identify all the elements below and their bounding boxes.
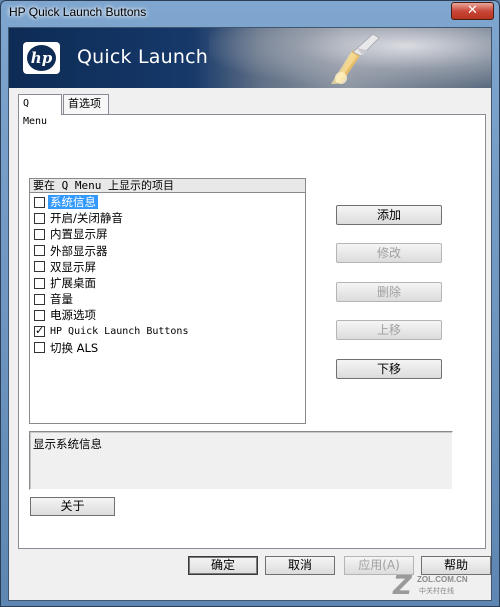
- delete-button[interactable]: 删除: [336, 282, 442, 302]
- list-item-label: 开启/关闭静音: [50, 211, 123, 226]
- dialog-window: HP Quick Launch Buttons ✕ hp Quick Launc…: [0, 0, 500, 607]
- checkbox[interactable]: [34, 261, 45, 273]
- move-down-button[interactable]: 下移: [336, 359, 442, 379]
- move-up-button[interactable]: 上移: [336, 320, 442, 340]
- cancel-button[interactable]: 取消: [265, 556, 335, 575]
- list-header: 要在 Q Menu 上显示的项目: [30, 179, 305, 193]
- title-bar[interactable]: HP Quick Launch Buttons ✕: [1, 1, 499, 25]
- list-item-label: 系统信息: [48, 195, 98, 210]
- list-item-power-options[interactable]: 电源选项: [30, 307, 305, 323]
- checkbox[interactable]: [34, 309, 45, 321]
- close-icon: ✕: [467, 3, 478, 18]
- window-title: HP Quick Launch Buttons: [9, 5, 147, 19]
- item-description-text: 显示系统信息: [33, 437, 102, 451]
- close-button[interactable]: ✕: [451, 2, 494, 20]
- list-item-volume[interactable]: 音量: [30, 291, 305, 307]
- list-item-label: 外部显示器: [50, 243, 108, 258]
- tab-panel-q-menu: 要在 Q Menu 上显示的项目 系统信息 开启/关闭静音 内置显示屏 外部显示…: [18, 114, 486, 549]
- checkbox[interactable]: [34, 196, 45, 208]
- add-button[interactable]: 添加: [336, 205, 442, 225]
- list-item-label: 音量: [50, 292, 73, 307]
- watermark-site: ZOL.COM.CN: [417, 575, 468, 584]
- checkbox[interactable]: [34, 212, 45, 224]
- item-description-box: 显示系统信息: [29, 431, 453, 490]
- watermark-subtitle: 中关村在线: [419, 587, 454, 595]
- modify-button[interactable]: 修改: [336, 243, 442, 263]
- checkbox-checked[interactable]: [34, 324, 45, 338]
- list-item-extend-desktop[interactable]: 扩展桌面: [30, 275, 305, 291]
- ok-button[interactable]: 确定: [188, 556, 258, 575]
- list-item-label: 双显示屏: [50, 259, 96, 274]
- list-item-external-monitor[interactable]: 外部显示器: [30, 243, 305, 259]
- checkbox[interactable]: [34, 293, 45, 305]
- zol-watermark: Z ZOL.COM.CN 中关村在线: [393, 571, 499, 601]
- list-item-toggle-als[interactable]: 切换 ALS: [30, 340, 305, 356]
- banner-title: Quick Launch: [77, 46, 208, 68]
- list-item-label: 内置显示屏: [50, 227, 108, 242]
- list-item-label: 电源选项: [50, 308, 96, 323]
- list-item-label: 扩展桌面: [50, 276, 96, 291]
- hp-logo: hp: [23, 42, 60, 74]
- menu-items-list[interactable]: 要在 Q Menu 上显示的项目 系统信息 开启/关闭静音 内置显示屏 外部显示…: [29, 178, 306, 424]
- dialog-client-area: hp Quick Launch Q Menu 首选项 要在 Q Menu 上显示…: [8, 27, 492, 601]
- list-items-container: 系统信息 开启/关闭静音 内置显示屏 外部显示器 双显示屏 扩展桌面 音量 电源…: [30, 194, 305, 356]
- checkbox[interactable]: [34, 277, 45, 289]
- tab-preferences[interactable]: 首选项: [63, 94, 109, 114]
- list-item-mute-toggle[interactable]: 开启/关闭静音: [30, 210, 305, 226]
- checkbox[interactable]: [34, 228, 45, 240]
- list-item-label: HP Quick Launch Buttons: [50, 325, 189, 337]
- shuttle-launch-image: [331, 33, 380, 84]
- watermark-logo: Z: [393, 571, 412, 601]
- list-item-dual-display[interactable]: 双显示屏: [30, 259, 305, 275]
- list-item-system-info[interactable]: 系统信息: [30, 194, 305, 210]
- tab-q-menu[interactable]: Q Menu: [18, 94, 62, 127]
- hp-banner: hp Quick Launch: [9, 28, 491, 88]
- checkbox[interactable]: [34, 245, 45, 257]
- checkbox[interactable]: [34, 342, 45, 354]
- list-item-hp-quick-launch-buttons[interactable]: HP Quick Launch Buttons: [30, 324, 305, 340]
- about-button[interactable]: 关于: [30, 497, 115, 516]
- list-item-internal-display[interactable]: 内置显示屏: [30, 226, 305, 242]
- list-item-label: 切换 ALS: [50, 340, 99, 355]
